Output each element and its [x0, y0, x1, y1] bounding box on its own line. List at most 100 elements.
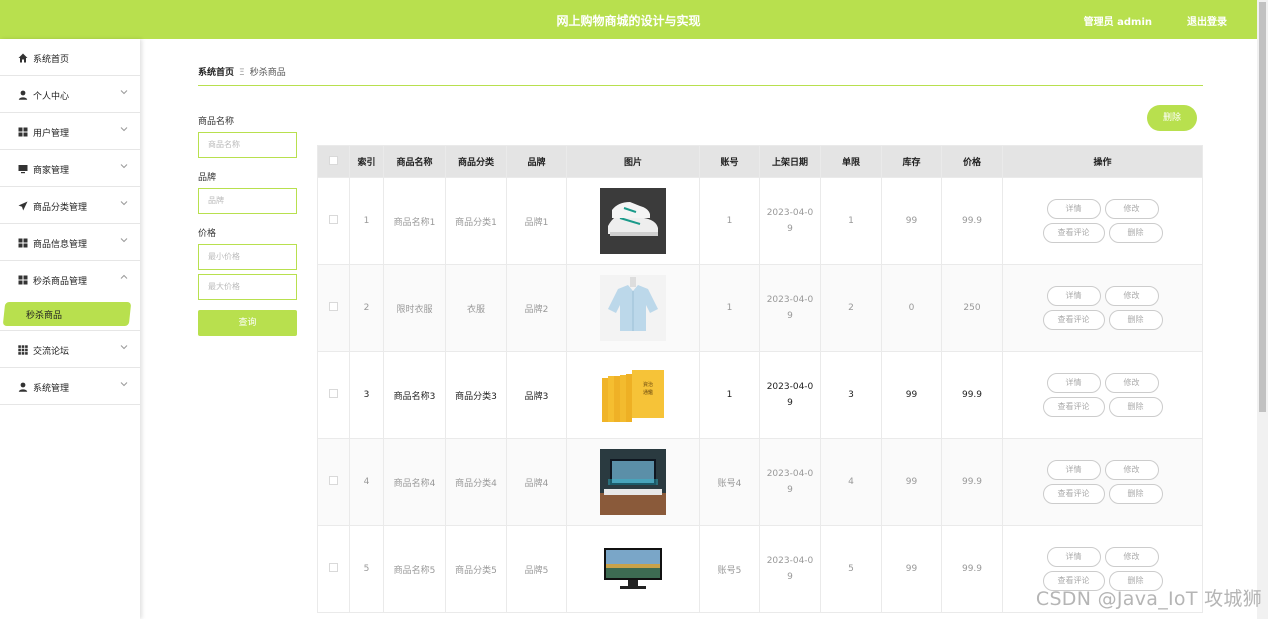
top-header: 网上购物商城的设计与实现 管理员 admin 退出登录 [0, 0, 1257, 39]
price-cell: 99.9 [941, 525, 1003, 613]
brand-input[interactable]: 品牌 [198, 188, 297, 214]
brand-cell: 品牌5 [506, 525, 567, 613]
row-select-cell[interactable] [317, 438, 350, 526]
select-all-cell[interactable] [317, 145, 350, 178]
detail-button[interactable]: 详情 [1046, 199, 1101, 219]
product-name-cell: 商品名称5 [383, 525, 446, 613]
delete-button[interactable]: 删除 [1108, 223, 1163, 243]
stock-cell: 99 [881, 351, 942, 439]
product-image[interactable] [600, 275, 666, 341]
date-text: 2023-04-09 [766, 295, 814, 321]
detail-button[interactable]: 详情 [1046, 286, 1101, 306]
stock-cell: 99 [881, 438, 942, 526]
row-checkbox[interactable] [329, 476, 338, 485]
row-select-cell[interactable] [317, 351, 350, 439]
grid-icon [18, 275, 28, 285]
sidebar-item-system[interactable]: 系统管理 [0, 368, 140, 405]
actions-cell: 详情 修改查看评论 删除 [1002, 264, 1203, 352]
row-select-cell[interactable] [317, 525, 350, 613]
edit-button[interactable]: 修改 [1104, 460, 1159, 480]
stock-cell: 0 [881, 264, 942, 352]
edit-button[interactable]: 修改 [1104, 199, 1159, 219]
image-cell [566, 177, 700, 265]
view-comments-button[interactable]: 查看评论 [1042, 484, 1105, 504]
min-price-input[interactable]: 最小价格 [198, 244, 297, 270]
sidebar-item-profile[interactable]: 个人中心 [0, 76, 140, 113]
date-text: 2023-04-09 [766, 556, 814, 582]
stock-cell: 99 [881, 177, 942, 265]
view-comments-button[interactable]: 查看评论 [1042, 397, 1105, 417]
delete-button[interactable]: 删除 [1108, 484, 1163, 504]
row-select-cell[interactable] [317, 264, 350, 352]
product-image[interactable] [600, 449, 666, 515]
product-image[interactable]: 資治 通鑑 [600, 362, 666, 428]
sidebar-item-label: 秒杀商品管理 [33, 277, 88, 287]
product-image[interactable] [600, 188, 666, 254]
limit-cell: 4 [820, 438, 882, 526]
account-cell: 1 [699, 177, 760, 265]
account-cell: 账号4 [699, 438, 760, 526]
table-row[interactable]: 3 商品名称3 商品分类3 品牌3 資治 通鑑 1 2023-04-09 3 99 99.9 详情 修改… [317, 351, 1203, 439]
logout-link[interactable]: 退出登录 [1187, 13, 1227, 28]
sidebar-item-users[interactable]: 用户管理 [0, 113, 140, 150]
table-row[interactable]: 1 商品名称1 商品分类1 品牌1 1 2023-04-09 1 99 99.9 详情 修改 查看评论… [317, 177, 1203, 265]
sidebar-item-categories[interactable]: 商品分类管理 [0, 187, 140, 224]
watermark: CSDN @Java_IoT 攻城狮 [1035, 588, 1262, 610]
column-header: 商品分类 [445, 145, 507, 178]
detail-button[interactable]: 详情 [1046, 373, 1101, 393]
search-button[interactable]: 查询 [198, 310, 297, 336]
breadcrumb-separator: Ξ [239, 68, 245, 78]
edit-button[interactable]: 修改 [1104, 373, 1159, 393]
price-cell: 99.9 [941, 438, 1003, 526]
row-checkbox[interactable] [329, 389, 338, 398]
price-cell: 99.9 [941, 351, 1003, 439]
sidebar-item-forum[interactable]: 交流论坛 [0, 331, 140, 368]
date-cell: 2023-04-09 [759, 351, 821, 439]
edit-button[interactable]: 修改 [1104, 547, 1159, 567]
grid-icon [18, 238, 28, 248]
detail-button[interactable]: 详情 [1046, 547, 1101, 567]
price-cell: 250 [941, 264, 1003, 352]
table-row[interactable]: 4 商品名称4 商品分类4 品牌4 账号4 2023-04-09 4 99 99.9 详情 修改 查看… [317, 438, 1203, 526]
price-cell: 99.9 [941, 177, 1003, 265]
svg-text:通鑑: 通鑑 [643, 389, 653, 396]
column-header: 品牌 [506, 145, 567, 178]
sidebar-subitem-flash-sale-goods[interactable]: 秒杀商品 [0, 298, 140, 331]
index-cell: 4 [349, 438, 384, 526]
view-comments-button[interactable]: 查看评论 [1042, 310, 1105, 330]
chevron-down-icon [120, 201, 128, 206]
vertical-scrollbar[interactable] [1257, 0, 1268, 619]
account-cell: 1 [699, 351, 760, 439]
sidebar-item-merchants[interactable]: 商家管理 [0, 150, 140, 187]
row-checkbox[interactable] [329, 215, 338, 224]
sidebar-item-flash-sale[interactable]: 秒杀商品管理 [0, 261, 140, 298]
detail-button[interactable]: 详情 [1046, 460, 1101, 480]
view-comments-button[interactable]: 查看评论 [1042, 223, 1105, 243]
delete-button[interactable]: 删除 [1108, 397, 1163, 417]
delete-button[interactable]: 删除 [1108, 310, 1163, 330]
sidebar-item-products[interactable]: 商品信息管理 [0, 224, 140, 261]
stock-cell: 99 [881, 525, 942, 613]
sidebar-subitem-label: 秒杀商品 [26, 311, 63, 321]
breadcrumb-home[interactable]: 系统首页 [198, 68, 234, 78]
scrollbar-thumb[interactable] [1259, 2, 1266, 412]
table-row[interactable]: 2 限时衣服 衣服 品牌2 1 2023-04-09 2 0 250 详情 修改 查看评论 删除 [317, 264, 1203, 352]
max-price-input[interactable]: 最大价格 [198, 274, 297, 300]
row-checkbox[interactable] [329, 302, 338, 311]
sidebar-item-home[interactable]: 系统首页 [0, 39, 140, 76]
limit-cell: 5 [820, 525, 882, 613]
chevron-down-icon [120, 90, 128, 95]
row-checkbox[interactable] [329, 563, 338, 572]
account-cell: 账号5 [699, 525, 760, 613]
index-cell: 1 [349, 177, 384, 265]
batch-delete-button[interactable]: 删除 [1147, 105, 1197, 131]
product-name-input[interactable]: 商品名称 [198, 132, 297, 158]
admin-label: 管理员 admin [1083, 17, 1152, 28]
chevron-down-icon [120, 127, 128, 132]
edit-button[interactable]: 修改 [1104, 286, 1159, 306]
price-label: 价格 [198, 229, 217, 239]
product-image[interactable] [600, 536, 666, 602]
select-all-checkbox[interactable] [329, 155, 338, 165]
brand-cell: 品牌1 [506, 177, 567, 265]
row-select-cell[interactable] [317, 177, 350, 265]
